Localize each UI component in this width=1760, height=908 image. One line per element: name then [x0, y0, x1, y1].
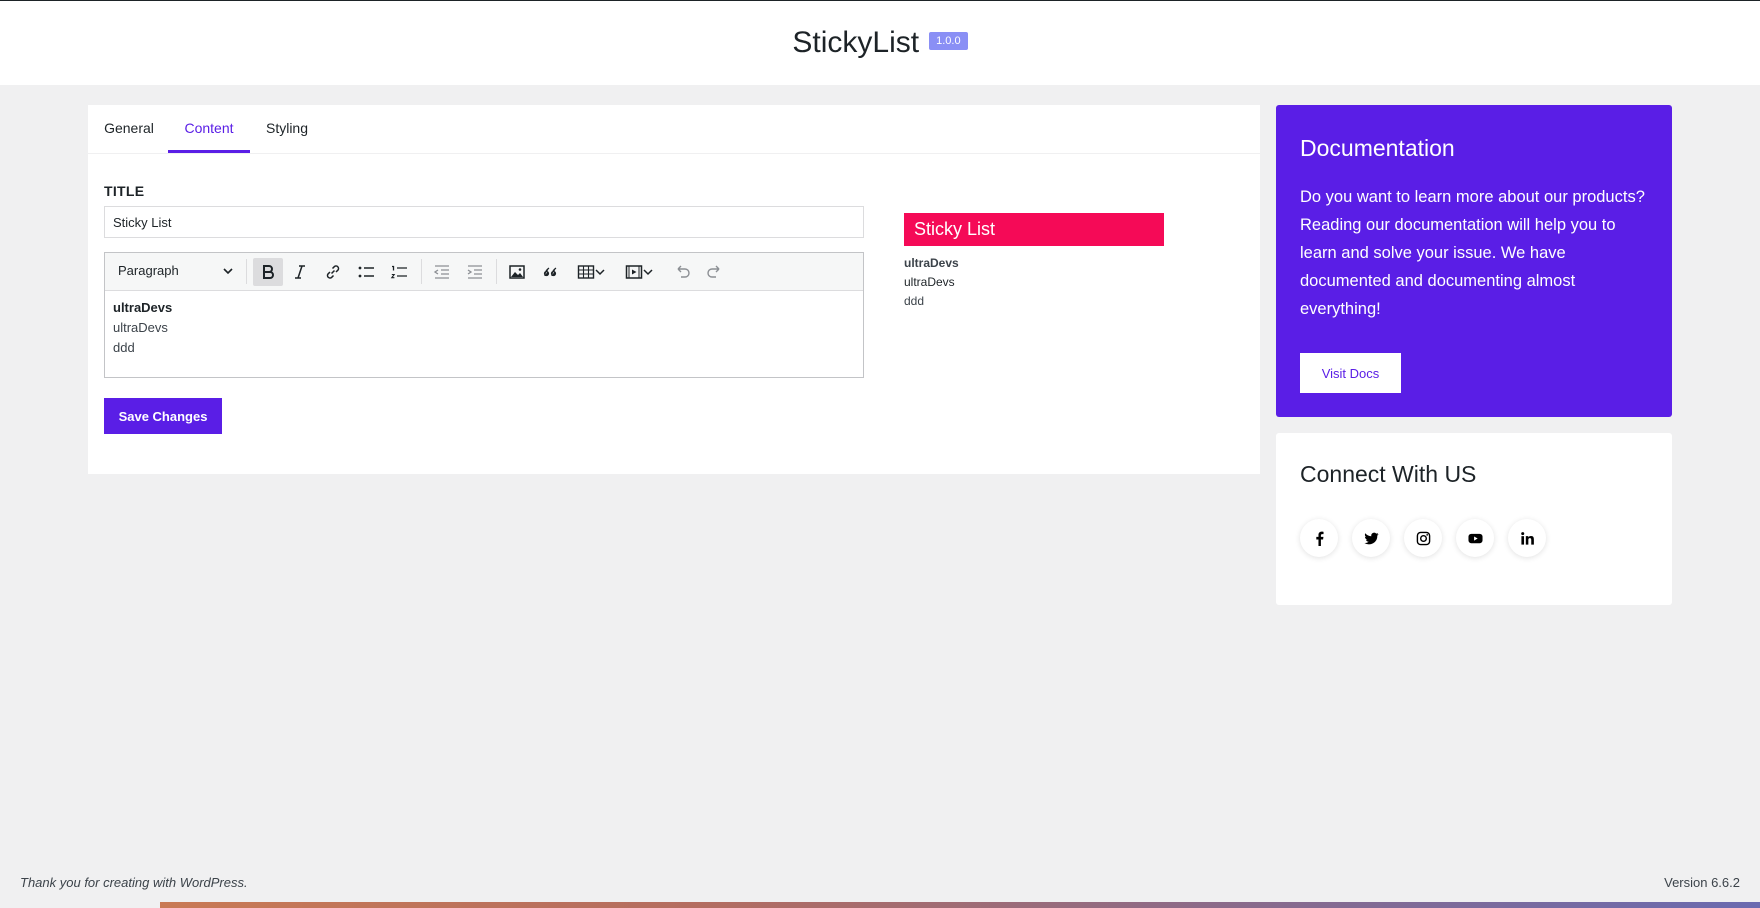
save-changes-button[interactable]: Save Changes	[104, 398, 222, 434]
footer-version: Version 6.6.2	[1664, 875, 1740, 890]
preview-title: Sticky List	[904, 213, 1164, 246]
linkedin-icon[interactable]	[1508, 519, 1546, 557]
page-header: StickyList 1.0.0	[0, 1, 1760, 85]
toolbar-separator	[246, 259, 247, 284]
footer-credit: Thank you for creating with WordPress.	[20, 875, 248, 890]
redo-icon[interactable]	[700, 258, 730, 286]
numbered-list-icon[interactable]	[384, 258, 414, 286]
tab-bar: General Content Styling	[88, 105, 1260, 154]
image-icon[interactable]	[502, 258, 532, 286]
visit-docs-button[interactable]: Visit Docs	[1300, 353, 1401, 393]
preview-body: ultraDevs ultraDevs ddd	[904, 254, 1164, 311]
preview-line: ddd	[904, 294, 925, 308]
instagram-icon[interactable]	[1404, 519, 1442, 557]
chevron-down-icon	[595, 269, 605, 276]
toolbar-separator	[421, 259, 422, 284]
tab-content[interactable]: Content	[168, 105, 250, 153]
format-select[interactable]: Paragraph	[111, 258, 239, 284]
title-input[interactable]	[104, 206, 864, 238]
twitter-icon[interactable]	[1352, 519, 1390, 557]
app-title: StickyList	[792, 26, 920, 59]
connect-card: Connect With US	[1276, 433, 1672, 605]
toolbar-separator	[496, 259, 497, 284]
italic-icon[interactable]	[285, 258, 315, 286]
link-icon[interactable]	[318, 258, 348, 286]
bullet-list-icon[interactable]	[351, 258, 381, 286]
connect-title: Connect With US	[1300, 461, 1477, 487]
editor-toolbar: Paragraph	[105, 253, 863, 291]
version-badge: 1.0.0	[929, 32, 968, 50]
chevron-down-icon	[223, 258, 233, 293]
documentation-title: Documentation	[1300, 135, 1455, 161]
format-select-value: Paragraph	[118, 263, 179, 278]
preview-line: ultraDevs	[904, 256, 959, 270]
editor-line: ddd	[113, 340, 135, 355]
rich-text-editor: Paragraph ultraDevs ultraDevs ddd	[104, 252, 864, 378]
editor-content[interactable]: ultraDevs ultraDevs ddd	[113, 298, 172, 358]
facebook-icon[interactable]	[1300, 519, 1338, 557]
title-field-label: TITLE	[104, 183, 145, 199]
bold-icon[interactable]	[253, 258, 283, 286]
documentation-text: Do you want to learn more about our prod…	[1300, 188, 1645, 318]
youtube-icon[interactable]	[1456, 519, 1494, 557]
dock-strip	[160, 902, 1760, 908]
undo-icon[interactable]	[667, 258, 697, 286]
settings-card: General Content Styling TITLE Paragraph	[88, 105, 1260, 474]
documentation-card: Documentation Do you want to learn more …	[1276, 105, 1672, 417]
editor-line: ultraDevs	[113, 320, 168, 335]
quote-icon[interactable]	[536, 258, 566, 286]
chevron-down-icon	[643, 269, 653, 276]
sticky-list-preview: Sticky List ultraDevs ultraDevs ddd	[904, 213, 1164, 311]
outdent-icon[interactable]	[427, 258, 457, 286]
tab-general[interactable]: General	[104, 105, 154, 153]
editor-line: ultraDevs	[113, 300, 173, 315]
tab-styling[interactable]: Styling	[264, 105, 310, 153]
indent-icon[interactable]	[460, 258, 490, 286]
preview-line: ultraDevs	[904, 275, 955, 289]
table-icon[interactable]	[571, 258, 611, 286]
media-icon[interactable]	[619, 258, 659, 286]
